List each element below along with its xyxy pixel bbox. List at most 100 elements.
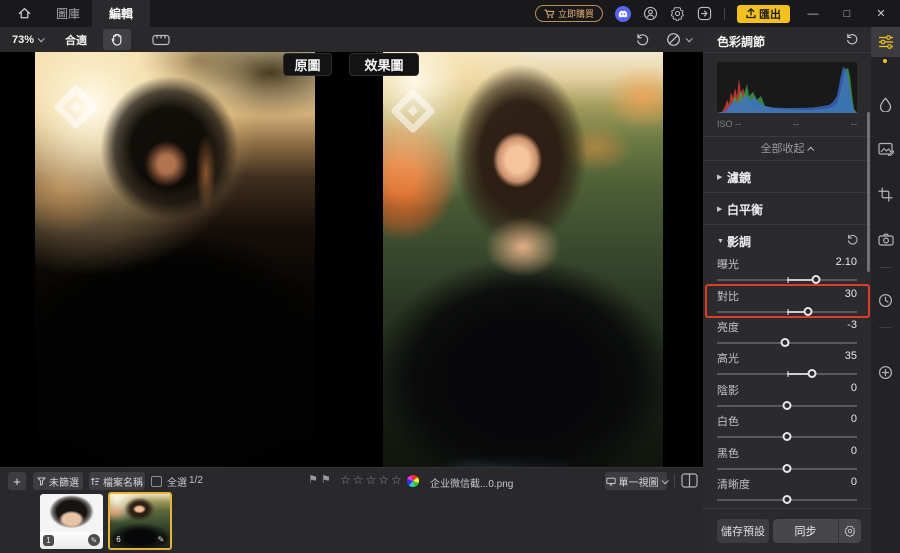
buy-now-button[interactable]: 立即購買: [535, 5, 603, 22]
current-filename: 企业微信截...0.png: [430, 475, 513, 490]
slider-shadows: 陰影0: [717, 382, 857, 412]
crop-tool-button[interactable]: [871, 179, 900, 209]
teardrop-icon: [879, 97, 892, 112]
image-canvas: 原圖 效果圖: [0, 52, 703, 467]
slider-handle[interactable]: [783, 432, 792, 441]
image-edit-tool-button[interactable]: [871, 134, 900, 164]
divider: [674, 474, 675, 487]
export-button[interactable]: 匯出: [737, 5, 790, 23]
thumbnail-badge: 1: [43, 535, 54, 546]
plus-circle-icon: [878, 365, 893, 380]
filter-button[interactable]: 未篩選: [33, 472, 83, 490]
account-icon[interactable]: [643, 6, 658, 21]
slider-handle[interactable]: [812, 275, 821, 284]
slider-track[interactable]: [717, 432, 857, 441]
gear-icon: [844, 525, 856, 537]
fit-button[interactable]: 合適: [65, 32, 87, 48]
ruler-tool-button[interactable]: [147, 29, 175, 50]
clock-icon: [878, 293, 893, 308]
add-panel-button[interactable]: [871, 357, 900, 387]
slider-handle[interactable]: [783, 401, 792, 410]
star-rating[interactable]: ☆☆☆☆☆: [340, 473, 404, 487]
close-button[interactable]: ✕: [870, 0, 892, 27]
effect-label-chip: 效果圖: [349, 53, 419, 76]
tab-edit[interactable]: 編輯: [92, 0, 150, 27]
compare-preview-dropdown[interactable]: [666, 32, 691, 47]
sync-button[interactable]: 同步: [773, 519, 839, 543]
chevron-down-icon: [661, 477, 668, 484]
tab-gallery[interactable]: 圖庫: [44, 0, 92, 27]
checkbox-icon: [151, 476, 162, 487]
flag-icons[interactable]: ⚑⚑: [308, 473, 334, 486]
save-preset-button[interactable]: 儲存預設: [717, 519, 769, 543]
chevron-down-icon: [686, 35, 693, 42]
select-all-checkbox[interactable]: 全選: [151, 474, 187, 489]
minimize-button[interactable]: —: [802, 0, 824, 27]
slider-track[interactable]: [717, 369, 857, 378]
color-label-wheel-icon[interactable]: [407, 475, 419, 487]
title-bar: 圖庫 編輯 立即購買: [0, 0, 900, 27]
zoom-level-dropdown[interactable]: 73%: [12, 34, 43, 46]
panel-title: 色彩調節: [717, 33, 765, 50]
triangle-right-icon: ▶: [717, 173, 727, 181]
divider: [703, 192, 871, 193]
undo-icon[interactable]: [635, 32, 650, 47]
slider-track[interactable]: [717, 464, 857, 473]
slider-track[interactable]: [717, 338, 857, 347]
camera-tool-button[interactable]: [871, 224, 900, 254]
sync-button-group: 同步: [773, 519, 861, 543]
slider-clarity: 清晰度0: [717, 476, 857, 506]
slider-handle[interactable]: [780, 338, 789, 347]
panel-scrollbar[interactable]: [867, 112, 870, 272]
hand-icon: [110, 32, 124, 47]
section-tone[interactable]: ▼ 影調: [703, 226, 871, 256]
tool-strip: [871, 27, 900, 553]
history-tool-button[interactable]: [871, 285, 900, 315]
hand-tool-button[interactable]: [103, 29, 131, 50]
discord-icon[interactable]: [615, 6, 631, 22]
thumbnail-2-selected[interactable]: 6 ✎: [108, 492, 172, 550]
panel-reset-icon[interactable]: [845, 32, 859, 46]
section-filter[interactable]: ▶ 濾鏡: [703, 162, 871, 192]
slider-brightness: 亮度-3: [717, 319, 857, 349]
chevron-down-icon: [38, 35, 45, 42]
slider-handle[interactable]: [783, 495, 792, 504]
home-button[interactable]: [10, 4, 38, 23]
sliders-icon: [878, 35, 894, 49]
funnel-icon: [37, 477, 46, 486]
thumbnail-badge: 6: [113, 534, 124, 545]
dual-view-button[interactable]: [681, 473, 698, 488]
adjustments-tool-button[interactable]: [871, 27, 900, 57]
exif-right: --: [851, 119, 857, 129]
retouch-tool-button[interactable]: [871, 89, 900, 119]
chevron-up-icon: [807, 147, 814, 154]
thumbnail-1[interactable]: 1 ✎: [40, 494, 103, 549]
maximize-button[interactable]: □: [836, 0, 858, 27]
slider-track[interactable]: [717, 401, 857, 410]
active-tool-dot: [883, 59, 887, 63]
settings-gear-icon[interactable]: [670, 6, 685, 21]
color-adjust-panel: 色彩調節 ISO -- -- -- 全部收起 ▶ 濾鏡: [703, 27, 871, 553]
section-white-balance[interactable]: ▶ 白平衡: [703, 194, 871, 224]
add-photo-button[interactable]: +: [8, 472, 26, 490]
strip-divider: [879, 327, 892, 328]
tone-reset-icon[interactable]: [846, 233, 859, 246]
sort-icon: [91, 477, 100, 486]
sort-button[interactable]: 檔案名稱: [89, 472, 145, 490]
slider-handle[interactable]: [807, 369, 816, 378]
share-arrow-icon[interactable]: [697, 6, 712, 21]
slider-track[interactable]: [717, 495, 857, 504]
sync-settings-button[interactable]: [839, 519, 861, 543]
view-mode-dropdown[interactable]: 單一視圖: [605, 472, 667, 490]
slider-highlights: 高光35: [717, 350, 857, 380]
exif-mid: --: [793, 119, 799, 129]
divider: [703, 160, 871, 161]
home-icon: [17, 6, 32, 21]
image-edit-icon: [878, 142, 894, 156]
slider-handle[interactable]: [783, 464, 792, 473]
watermark-diamond-icon: [53, 84, 99, 130]
slider-track[interactable]: [717, 275, 857, 284]
photo-original[interactable]: [35, 52, 315, 467]
photo-effect[interactable]: [383, 52, 663, 467]
collapse-all-button[interactable]: 全部收起: [703, 140, 871, 156]
